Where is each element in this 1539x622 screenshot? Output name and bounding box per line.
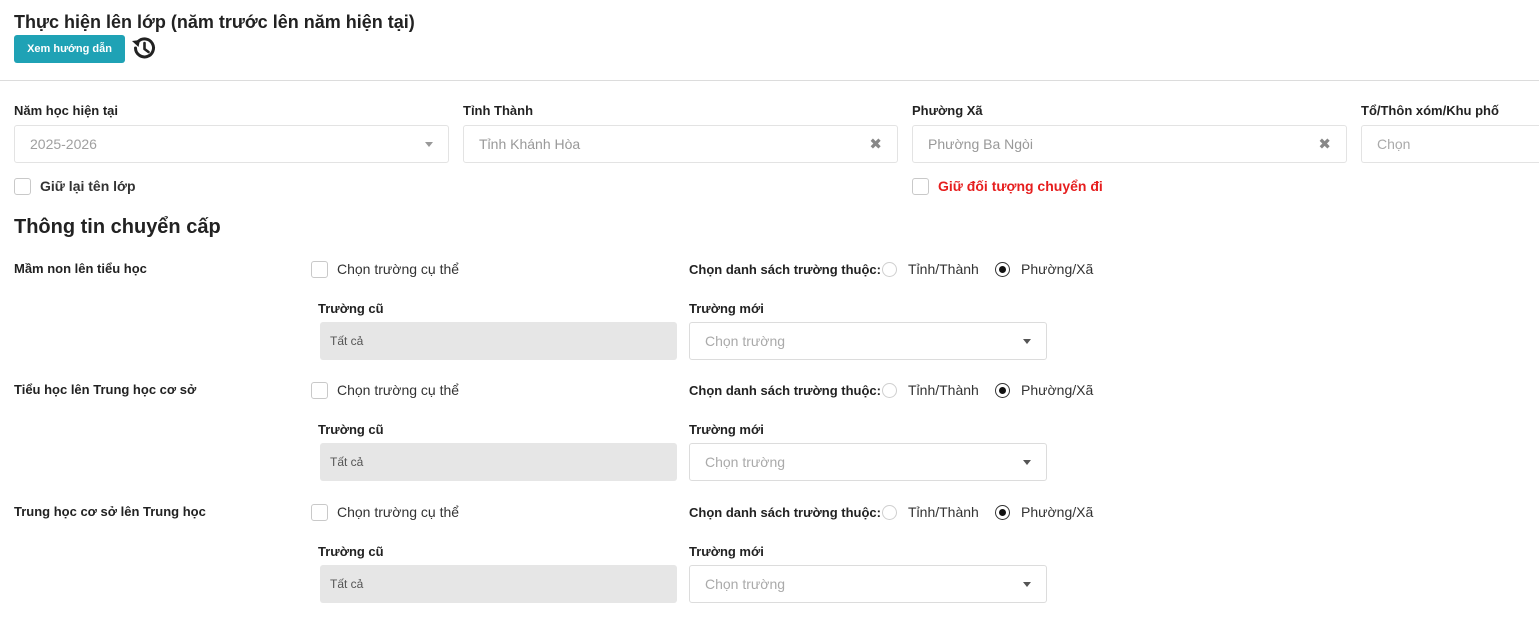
- school-year-label: Năm học hiện tại: [14, 103, 119, 118]
- radio-province[interactable]: [882, 262, 897, 277]
- old-school-field: Tất cả: [320, 322, 677, 360]
- province-label: Tỉnh Thành: [463, 103, 534, 118]
- new-school-select[interactable]: Chọn trường: [689, 565, 1047, 603]
- chevron-down-icon: [425, 141, 433, 147]
- new-school-placeholder: Chọn trường: [705, 333, 786, 349]
- new-school-placeholder: Chọn trường: [705, 454, 786, 470]
- header-divider: [0, 80, 1539, 81]
- radio-ward-label: Phường/Xã: [1021, 504, 1094, 520]
- choose-specific-school-checkbox[interactable]: [311, 261, 328, 278]
- ward-label: Phường Xã: [912, 103, 983, 118]
- old-school-label: Trường cũ: [318, 301, 384, 316]
- keep-class-name-checkbox[interactable]: [14, 178, 31, 195]
- radio-province-label: Tỉnh/Thành: [908, 382, 979, 398]
- school-list-label: Chọn danh sách trường thuộc:: [689, 505, 881, 520]
- old-school-value: Tất cả: [330, 334, 364, 348]
- school-year-select[interactable]: 2025-2026: [14, 125, 449, 163]
- page-title: Thực hiện lên lớp (năm trước lên năm hiệ…: [14, 12, 415, 32]
- radio-ward[interactable]: [995, 383, 1010, 398]
- keep-transfer-label: Giữ đối tượng chuyển đi: [938, 178, 1103, 194]
- hamlet-placeholder: Chọn: [1377, 136, 1411, 152]
- keep-transfer-checkbox[interactable]: [912, 178, 929, 195]
- new-school-label: Trường mới: [689, 422, 764, 437]
- old-school-label: Trường cũ: [318, 544, 384, 559]
- keep-class-name-label: Giữ lại tên lớp: [40, 178, 136, 194]
- transfer-level-label: Trung học cơ sở lên Trung học: [14, 504, 206, 519]
- history-icon[interactable]: [129, 33, 159, 63]
- province-value: Tỉnh Khánh Hòa: [479, 136, 581, 152]
- transfer-level-label: Mầm non lên tiểu học: [14, 261, 147, 276]
- new-school-select[interactable]: Chọn trường: [689, 322, 1047, 360]
- clear-icon[interactable]: ✖: [869, 137, 882, 152]
- radio-province[interactable]: [882, 505, 897, 520]
- school-list-label: Chọn danh sách trường thuộc:: [689, 262, 881, 277]
- hamlet-label: Tổ/Thôn xóm/Khu phố: [1361, 103, 1499, 118]
- choose-specific-school-label: Chọn trường cụ thể: [337, 382, 460, 398]
- choose-specific-school-checkbox[interactable]: [311, 504, 328, 521]
- choose-specific-school-label: Chọn trường cụ thể: [337, 261, 460, 277]
- transfer-section-title: Thông tin chuyển cấp: [14, 216, 221, 238]
- ward-value: Phường Ba Ngòi: [928, 136, 1033, 152]
- ward-select[interactable]: Phường Ba Ngòi ✖: [912, 125, 1347, 163]
- new-school-select[interactable]: Chọn trường: [689, 443, 1047, 481]
- radio-ward[interactable]: [995, 505, 1010, 520]
- radio-ward-label: Phường/Xã: [1021, 382, 1094, 398]
- old-school-value: Tất cả: [330, 455, 364, 469]
- radio-province-label: Tỉnh/Thành: [908, 261, 979, 277]
- old-school-field: Tất cả: [320, 443, 677, 481]
- old-school-label: Trường cũ: [318, 422, 384, 437]
- new-school-label: Trường mới: [689, 301, 764, 316]
- radio-province[interactable]: [882, 383, 897, 398]
- province-select[interactable]: Tỉnh Khánh Hòa ✖: [463, 125, 898, 163]
- radio-ward[interactable]: [995, 262, 1010, 277]
- choose-specific-school-label: Chọn trường cụ thể: [337, 504, 460, 520]
- hamlet-select[interactable]: Chọn: [1361, 125, 1539, 163]
- chevron-down-icon: [1023, 459, 1031, 465]
- choose-specific-school-checkbox[interactable]: [311, 382, 328, 399]
- school-list-label: Chọn danh sách trường thuộc:: [689, 383, 881, 398]
- new-school-placeholder: Chọn trường: [705, 576, 786, 592]
- transfer-level-label: Tiểu học lên Trung học cơ sở: [14, 382, 197, 397]
- radio-ward-label: Phường/Xã: [1021, 261, 1094, 277]
- chevron-down-icon: [1023, 338, 1031, 344]
- view-guide-button[interactable]: Xem hướng dẫn: [14, 35, 125, 63]
- new-school-label: Trường mới: [689, 544, 764, 559]
- old-school-field: Tất cả: [320, 565, 677, 603]
- old-school-value: Tất cả: [330, 577, 364, 591]
- clear-icon[interactable]: ✖: [1318, 137, 1331, 152]
- radio-province-label: Tỉnh/Thành: [908, 504, 979, 520]
- chevron-down-icon: [1023, 581, 1031, 587]
- school-year-value: 2025-2026: [30, 136, 97, 152]
